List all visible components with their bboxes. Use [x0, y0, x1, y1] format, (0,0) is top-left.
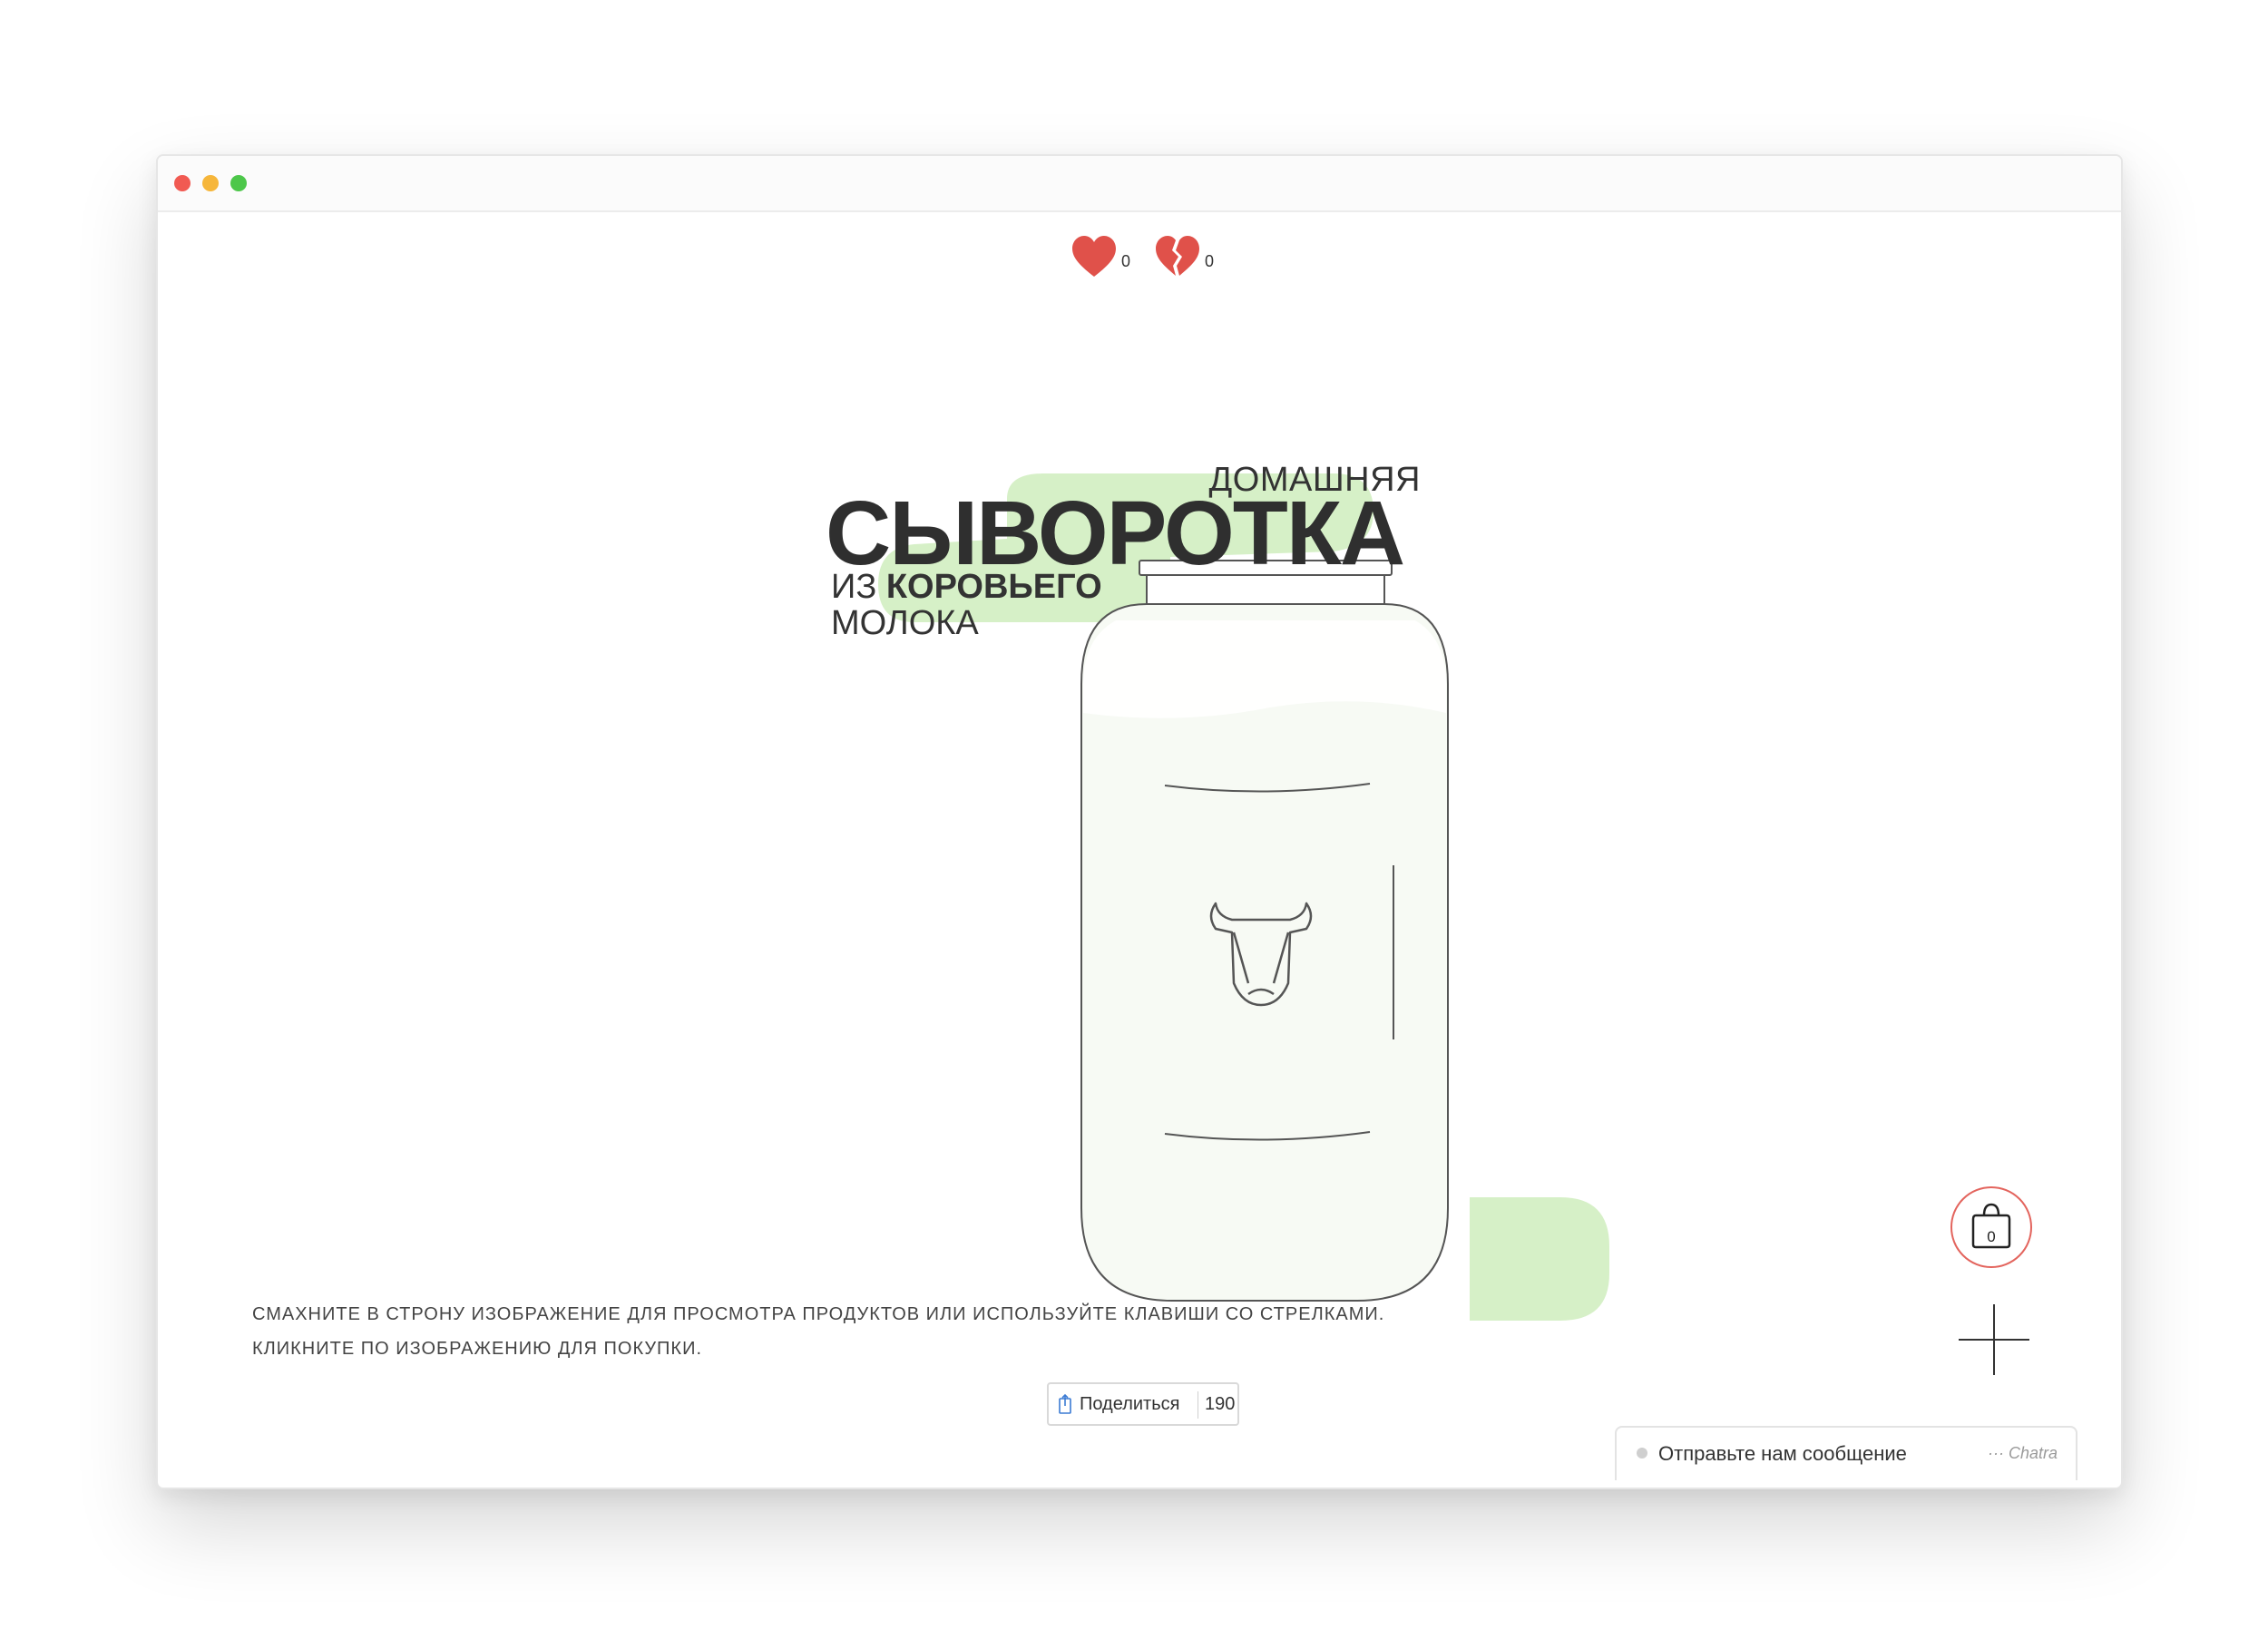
- share-icon: [1059, 1393, 1071, 1414]
- instructions-line-1: Смахните в строну изображение для просмо…: [252, 1304, 1385, 1324]
- instructions-text: Смахните в строну изображение для просмо…: [252, 1297, 1384, 1366]
- browser-window: 0 0 ДОМАШНЯЯ СЫВОРОТКА ИЗ КОРОВЬЕГО МОЛО…: [156, 154, 2123, 1489]
- share-button[interactable]: Поделиться: [1054, 1384, 1196, 1424]
- title-bottom: МОЛОКА: [831, 603, 979, 642]
- title-subtitle: ИЗ КОРОВЬЕГО МОЛОКА: [831, 568, 1102, 642]
- title-from: ИЗ: [831, 568, 877, 606]
- green-blob-bottom: [1470, 1197, 1609, 1321]
- chat-widget[interactable]: Отправьте нам сообщение ··· Chatra: [1615, 1426, 2077, 1480]
- chat-label: Отправьте нам сообщение: [1658, 1442, 1907, 1465]
- chat-brand: ··· Chatra: [1987, 1444, 2058, 1462]
- share-count: 190: [1205, 1394, 1236, 1414]
- cart-count: 0: [1987, 1228, 1996, 1245]
- cart-button[interactable]: 0: [1950, 1186, 2032, 1268]
- chat-status-dot: [1637, 1448, 1647, 1459]
- minimize-window-button[interactable]: [202, 175, 219, 191]
- title-main: СЫВОРОТКА: [826, 483, 1405, 584]
- title-bold: КОРОВЬЕГО: [885, 568, 1102, 606]
- window-titlebar: [158, 156, 2121, 212]
- product-title: ДОМАШНЯЯ СЫВОРОТКА ИЗ КОРОВЬЕГО МОЛОКА: [826, 461, 1479, 642]
- instructions-line-2: Кликните по изображению для покупки.: [252, 1339, 702, 1359]
- share-label: Поделиться: [1080, 1394, 1180, 1414]
- page-content: 0 0 ДОМАШНЯЯ СЫВОРОТКА ИЗ КОРОВЬЕГО МОЛО…: [163, 212, 2116, 1488]
- maximize-window-button[interactable]: [230, 175, 247, 191]
- close-window-button[interactable]: [174, 175, 191, 191]
- plus-icon[interactable]: [1959, 1304, 2029, 1375]
- share-widget: Поделиться 190: [1047, 1382, 1239, 1426]
